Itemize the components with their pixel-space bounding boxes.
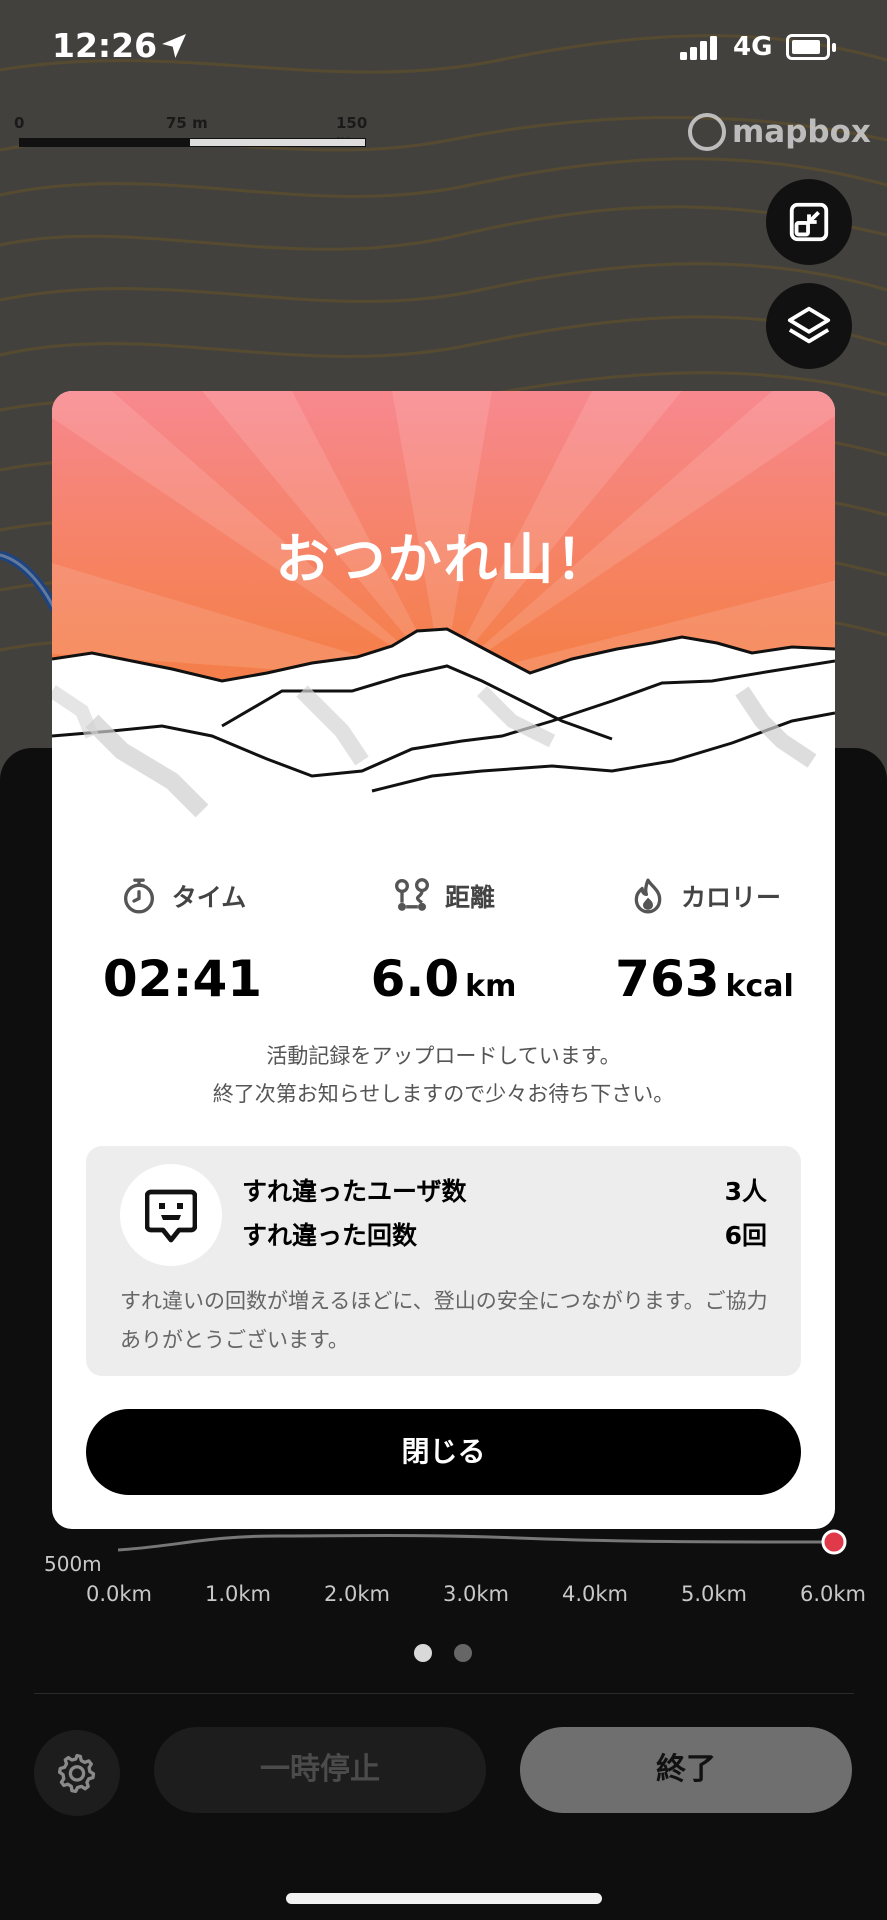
- current-position-dot: [821, 1529, 847, 1555]
- end-button[interactable]: 終了: [520, 1727, 852, 1813]
- stopwatch-icon: [123, 878, 154, 914]
- scale-label-0: 0: [14, 114, 25, 132]
- upload-message: 活動記録をアップロードしています。 終了次第お知らせしますので少々お待ち下さい。: [52, 1037, 835, 1113]
- stat-distance: 距離 6.0 km: [313, 876, 574, 1008]
- x-tick-5: 5.0km: [681, 1582, 748, 1606]
- mapbox-wordmark: mapbox: [732, 114, 871, 150]
- location-arrow-icon: [162, 34, 186, 58]
- settings-button[interactable]: [34, 1730, 120, 1816]
- close-button[interactable]: 閉じる: [86, 1409, 801, 1495]
- stat-distance-label: 距離: [445, 883, 496, 912]
- stat-distance-value: 6.0: [370, 950, 460, 1008]
- status-bar: 12:26 4G: [0, 0, 887, 100]
- mountain-sunburst-illustration: [52, 391, 835, 841]
- map-scale-bar: 0 75 m 150 m: [14, 114, 367, 154]
- encounter-count-label: すれ違った回数: [242, 1221, 418, 1250]
- flame-icon: [634, 878, 662, 914]
- mapbox-logo-icon: [688, 113, 726, 151]
- completion-modal: おつかれ山！ タイム 02:41 距離 6.0 km カロリー 763 kcal…: [52, 391, 835, 1529]
- modal-title: おつかれ山！: [275, 528, 612, 591]
- encounter-users-value: 3人: [724, 1177, 767, 1206]
- stat-time-value: 02:41: [102, 950, 263, 1008]
- stat-calories-unit: kcal: [725, 969, 794, 1004]
- map-layers-button[interactable]: [766, 283, 852, 369]
- x-tick-3: 3.0km: [443, 1582, 510, 1606]
- page-dot-2[interactable]: [454, 1644, 472, 1662]
- layers-icon: [787, 306, 831, 344]
- hero-illustration: おつかれ山！: [52, 391, 835, 841]
- gear-icon: [57, 1753, 96, 1793]
- x-tick-0: 0.0km: [86, 1582, 153, 1606]
- upload-message-line1: 活動記録をアップロードしています。: [266, 1044, 621, 1068]
- encounter-avatar: [120, 1164, 222, 1266]
- encounter-summary-card: すれ違ったユーザ数 3人 すれ違った回数 6回 すれ違いの回数が増えるほどに、登…: [86, 1146, 801, 1376]
- encounter-users-label: すれ違ったユーザ数: [242, 1177, 467, 1206]
- encounter-count-value: 6回: [724, 1221, 767, 1250]
- cellular-signal-icon: [680, 36, 717, 60]
- divider: [34, 1693, 854, 1694]
- stat-distance-unit: km: [465, 969, 517, 1004]
- fit-route-button[interactable]: [766, 179, 852, 265]
- elevation-y-label: 500m: [44, 1552, 102, 1576]
- stat-time-label: タイム: [171, 883, 247, 912]
- battery-icon: [786, 34, 836, 60]
- home-indicator: [286, 1893, 602, 1904]
- upload-message-line2: 終了次第お知らせしますので少々お待ち下さい。: [212, 1082, 675, 1106]
- pause-button[interactable]: 一時停止: [154, 1727, 486, 1813]
- x-tick-4: 4.0km: [562, 1582, 629, 1606]
- scale-label-75: 75 m: [166, 114, 208, 132]
- x-tick-2: 2.0km: [324, 1582, 391, 1606]
- encounter-face-icon: [145, 1189, 197, 1243]
- stat-calories: カロリー 763 kcal: [574, 876, 835, 1008]
- x-tick-1: 1.0km: [205, 1582, 272, 1606]
- status-time: 12:26: [52, 26, 158, 65]
- stat-time: タイム 02:41: [52, 876, 313, 1008]
- encounter-note: すれ違いの回数が増えるほどに、登山の安全につながります。ご協力ありがとうございま…: [120, 1289, 768, 1352]
- mapbox-attribution[interactable]: mapbox: [688, 110, 878, 160]
- fit-bounds-icon: [789, 202, 829, 242]
- route-icon: [394, 878, 429, 911]
- stat-calories-label: カロリー: [681, 883, 782, 912]
- x-tick-6: 6.0km: [800, 1582, 867, 1606]
- page-dot-1[interactable]: [414, 1644, 432, 1662]
- stat-calories-value: 763: [615, 950, 720, 1008]
- elevation-profile-line: [118, 1529, 847, 1555]
- network-type: 4G: [733, 32, 773, 62]
